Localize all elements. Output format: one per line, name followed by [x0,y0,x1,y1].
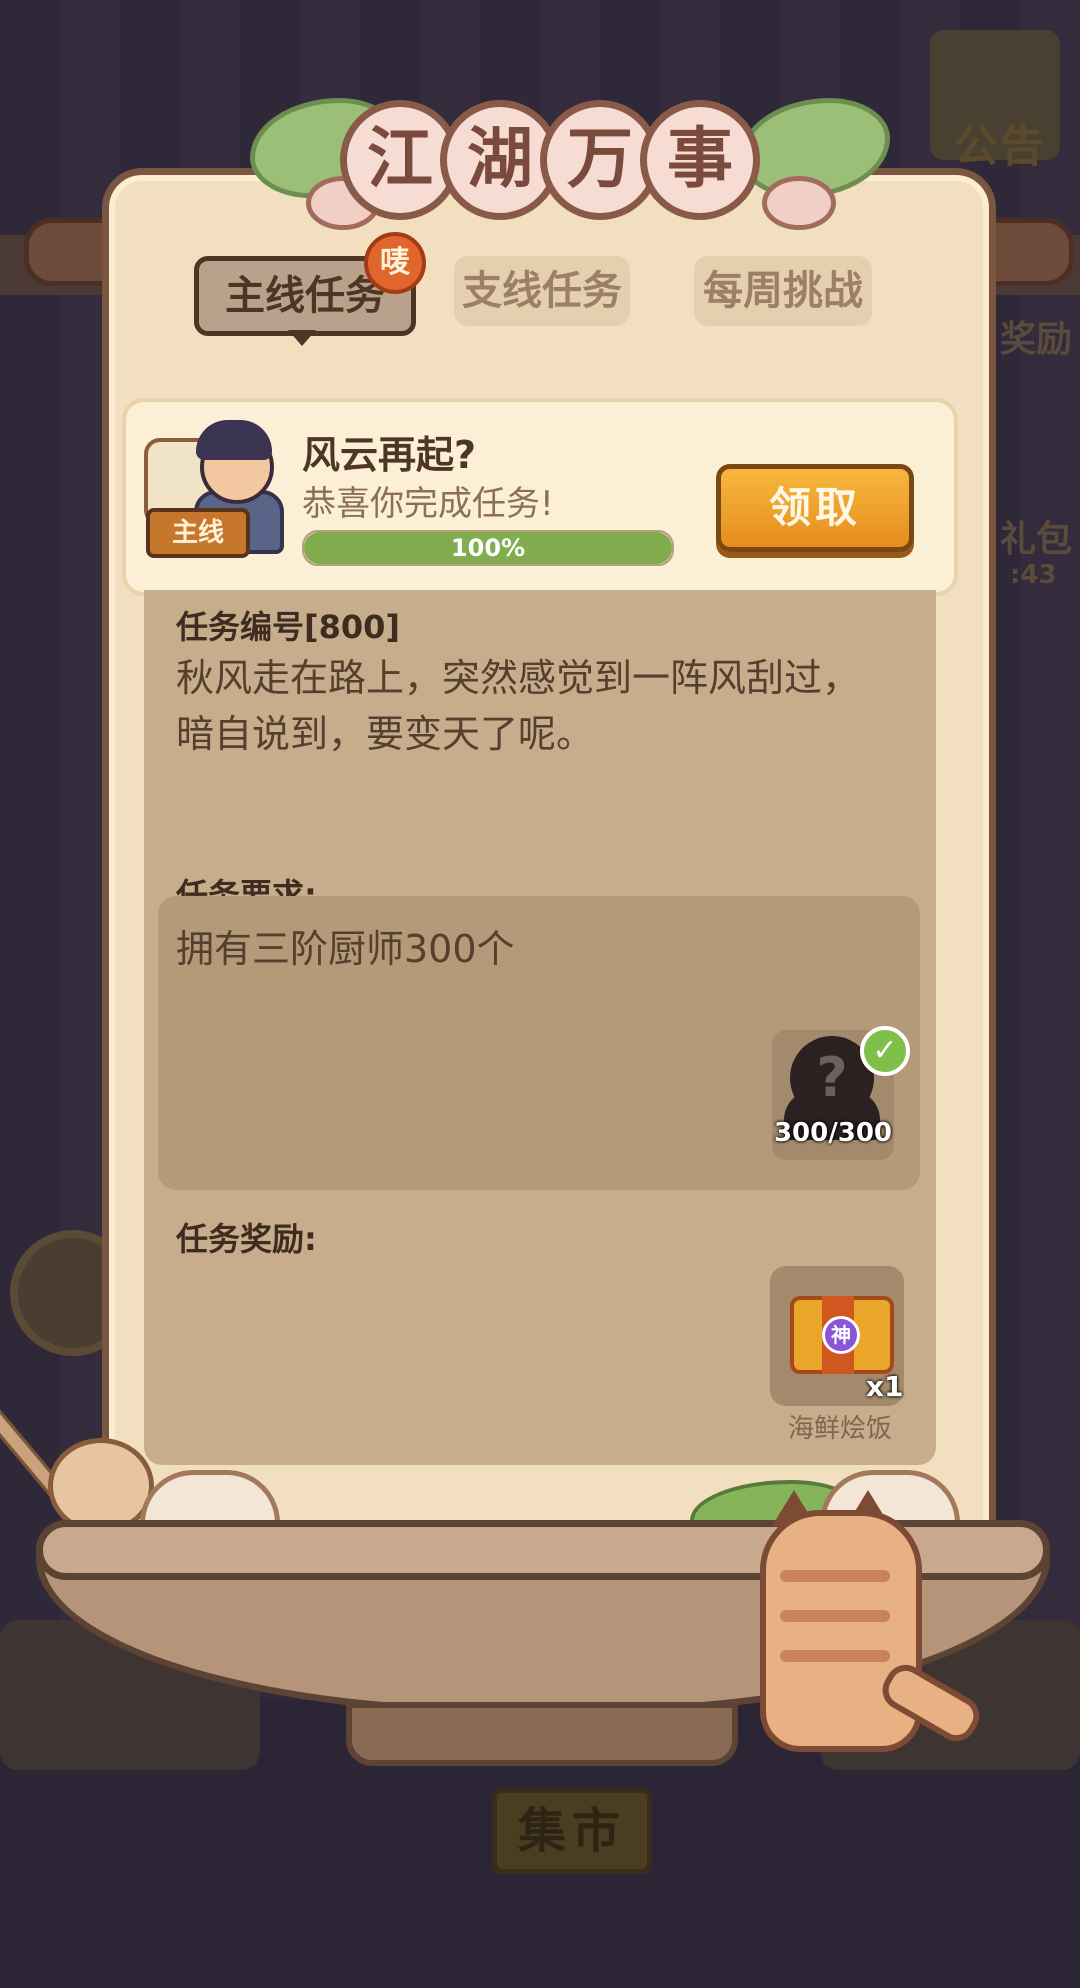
requirement-count: 300/300 [773,1118,893,1148]
checkmark-icon: ✓ [860,1026,910,1076]
notice-label[interactable]: 公告 [940,110,1060,174]
side-gift-label: 礼包 [1000,519,1073,560]
task-progress-bar: 100% [302,530,674,566]
fishcake-right-icon [762,176,836,230]
task-status: 恭喜你完成任务! [302,484,554,524]
tab-weekly-challenge[interactable]: 每周挑战 [694,256,872,326]
title-char: 事 [640,100,760,220]
cat-stripe [780,1570,890,1582]
avatar-hair [196,420,272,460]
tab-active-caret [288,330,316,346]
cat-stripe [780,1650,890,1662]
task-name: 风云再起? [302,433,477,477]
reward-name: 海鲜烩饭 [787,1414,892,1444]
tab-side-quest[interactable]: 支线任务 [454,256,630,326]
cat-mascot-icon [760,1510,922,1752]
side-timer: :43 [1010,560,1057,590]
progress-label: 100% [450,534,526,562]
task-description: 秋风走在路上，突然感觉到一阵风刮过，暗自说到，要变天了呢。 [176,656,861,756]
chest-gem-icon: 神 [822,1316,860,1354]
tab-notification-badge: 唛 [364,232,426,294]
market-button[interactable]: 集市 [492,1788,652,1874]
dialog-title: 江 湖 万 事 [340,100,760,230]
main-quest-tag: 主线 [146,508,250,558]
reward-label: 任务奖励: [176,1220,317,1258]
reward-quantity: x1 [866,1370,904,1403]
requirement-text: 拥有三阶厨师300个 [176,927,515,971]
bowl-base [346,1702,738,1766]
claim-button[interactable]: 领取 [716,464,914,552]
cat-stripe [780,1610,890,1622]
task-id: 任务编号[800] [176,608,401,646]
side-reward-label: 奖励 [1000,319,1073,360]
